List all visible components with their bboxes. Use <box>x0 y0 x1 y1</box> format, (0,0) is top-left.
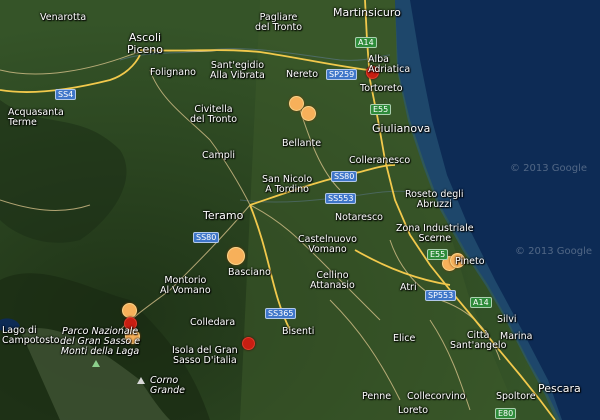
road-shield: SP553 <box>425 290 457 301</box>
road-shield: SS80 <box>331 171 358 182</box>
place-label: Ascoli Piceno <box>127 31 163 56</box>
place-label: Pagliare del Tronto <box>255 12 303 33</box>
place-label: Bellante <box>282 138 322 149</box>
road-shield: E55 <box>370 104 392 115</box>
map-terrain <box>0 0 600 420</box>
place-label: Cellino Attanasio <box>310 270 355 291</box>
peak-icon <box>92 360 100 367</box>
road-shield: A14 <box>355 37 377 48</box>
map-watermark: © 2013 Google <box>510 163 588 174</box>
place-label: Nereto <box>286 69 319 80</box>
road-shield: SS80 <box>193 232 220 243</box>
place-label: Pineto <box>455 256 485 267</box>
place-label: Colleranesco <box>349 155 411 166</box>
road-shield: SS365 <box>265 308 297 319</box>
place-label: Civitella del Tronto <box>190 104 238 125</box>
place-label: Spoltore <box>496 391 536 402</box>
place-label: Notaresco <box>335 212 383 223</box>
place-label: Martinsicuro <box>333 6 401 19</box>
place-label: Elice <box>393 333 416 344</box>
place-label: Montorio Al Vomano <box>160 275 211 296</box>
road-shield: E80 <box>495 408 517 419</box>
place-label: Alba Adriatica <box>368 54 411 75</box>
place-label: Basciano <box>228 267 271 278</box>
place-label: Isola del Gran Sasso D'italia <box>172 345 238 366</box>
place-label: Collecorvino <box>407 391 466 402</box>
map-watermark: © 2013 Google <box>515 246 593 257</box>
place-label: Città Sant'angelo <box>450 330 507 351</box>
map-marker[interactable] <box>122 303 137 318</box>
place-label: Campli <box>202 150 236 161</box>
place-label: Folignano <box>150 67 196 78</box>
peak-icon <box>137 377 145 384</box>
place-label: Lago di Campotosto <box>2 325 60 346</box>
place-label: Penne <box>362 391 392 402</box>
place-label: Venarotta <box>40 12 87 23</box>
place-label: Giulianova <box>372 122 431 135</box>
place-label: Marina <box>500 331 533 342</box>
map-marker[interactable] <box>227 247 245 265</box>
road-shield: E55 <box>427 249 449 260</box>
place-label: Silvi <box>497 314 517 325</box>
place-label: Colledara <box>190 317 236 328</box>
place-label: Corno Grande <box>150 375 185 396</box>
map-view[interactable]: Venarotta Ascoli Piceno Pagliare del Tront… <box>0 0 600 420</box>
place-label: Pescara <box>538 382 581 395</box>
place-label: Loreto <box>398 405 429 416</box>
place-label: San Nicolo A Tordino <box>262 174 313 195</box>
road-shield: SP259 <box>326 69 358 80</box>
place-label: Bisenti <box>282 326 315 337</box>
place-label: Zona Industriale Scerne <box>396 223 474 244</box>
place-label: Castelnuovo Vomano <box>298 234 357 255</box>
place-label: Sant'egidio Alla Vibrata <box>210 60 265 81</box>
place-label: Tortoreto <box>360 83 403 94</box>
place-label: Roseto degli Abruzzi <box>405 189 464 210</box>
road-shield: A14 <box>470 297 492 308</box>
place-label: Atri <box>400 282 417 293</box>
road-shield: SS553 <box>325 193 357 204</box>
map-marker[interactable] <box>242 337 255 350</box>
map-marker[interactable] <box>301 106 316 121</box>
place-label: Parco Nazionale del Gran Sasso e Monti del… <box>60 326 141 357</box>
place-label: Acquasanta Terme <box>8 107 64 128</box>
road-shield: SS4 <box>55 89 77 100</box>
place-label: Teramo <box>203 209 244 222</box>
